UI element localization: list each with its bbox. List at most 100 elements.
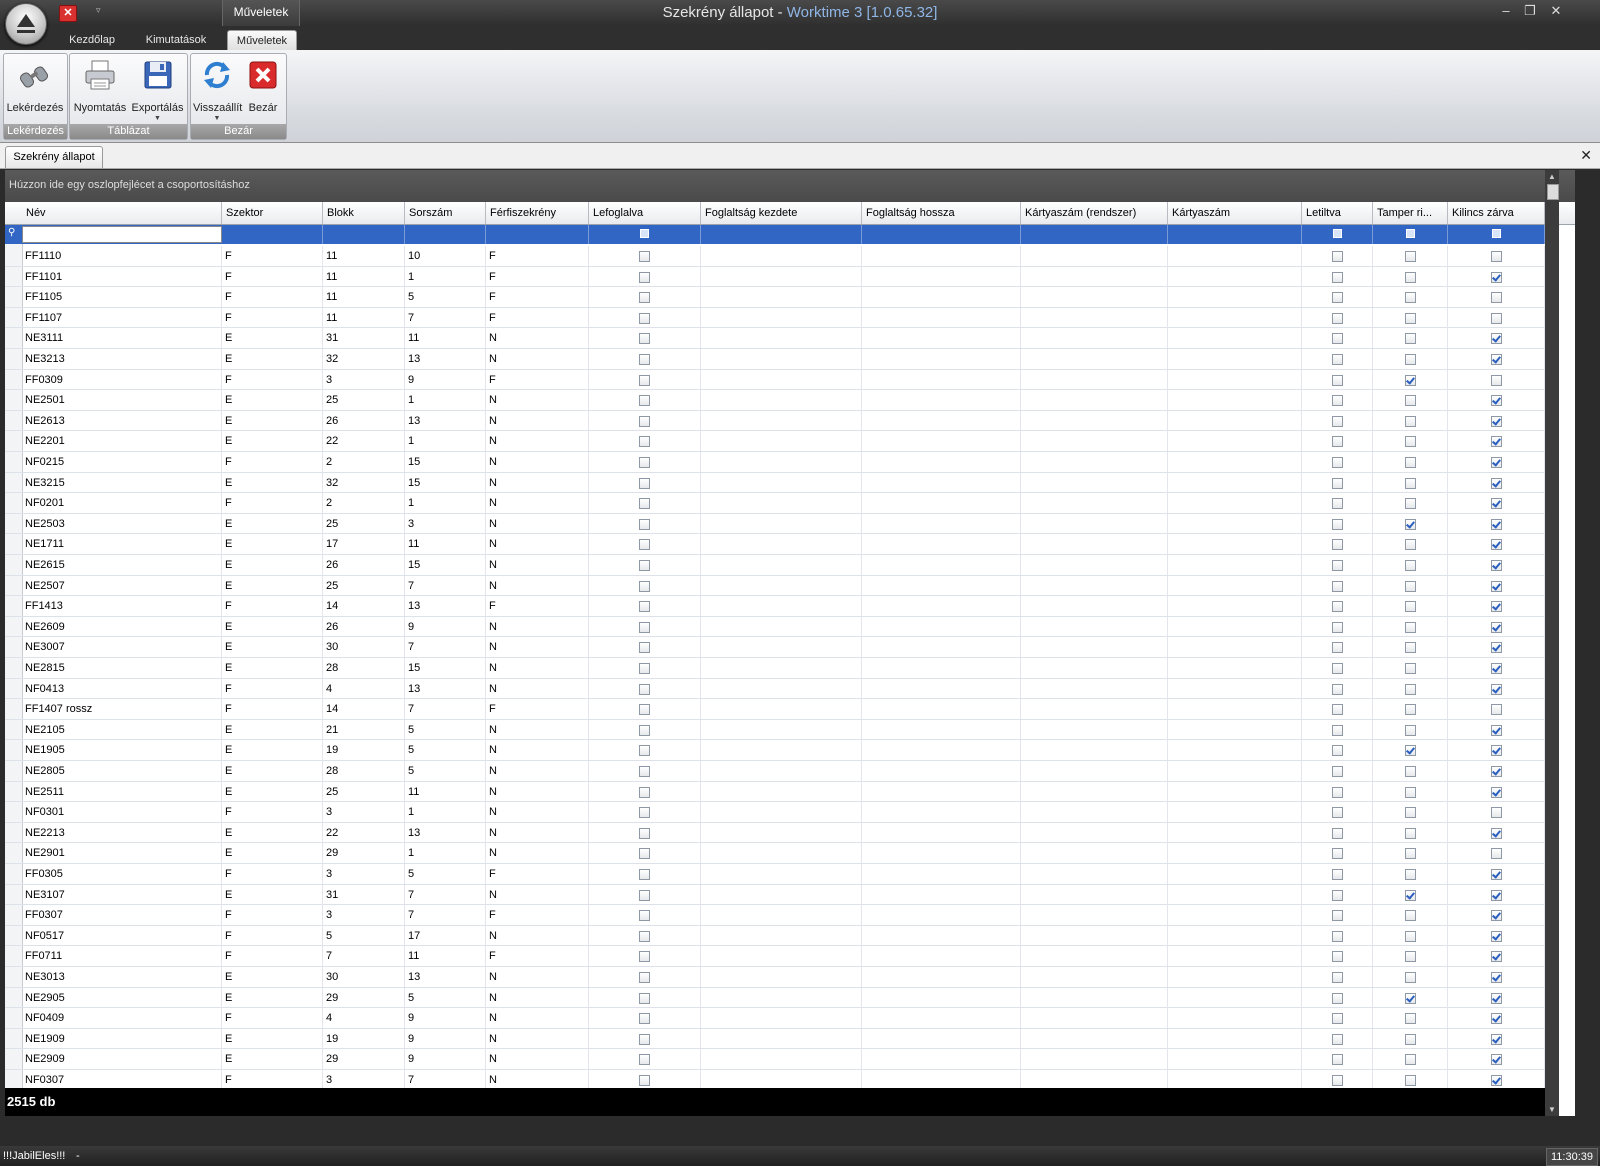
cell-tamper[interactable] — [1373, 410, 1448, 431]
cell-szektor[interactable]: E — [222, 616, 323, 637]
cell-letiltva[interactable] — [1302, 987, 1373, 1008]
checkbox-kilincs-zarva[interactable] — [1490, 580, 1502, 592]
cell-blokk[interactable]: 25 — [323, 390, 405, 411]
cell-kilincs-zarva[interactable] — [1448, 884, 1545, 905]
cell-foglaltsag-hossza[interactable] — [862, 905, 1021, 926]
checkbox-lefoglalva[interactable] — [639, 724, 650, 736]
cell-letiltva[interactable] — [1302, 328, 1373, 349]
cell-kilincs-zarva[interactable] — [1448, 843, 1545, 864]
column-header-blokk[interactable]: Blokk — [323, 202, 405, 224]
cell-tamper[interactable] — [1373, 616, 1448, 637]
checkbox-lefoglalva[interactable] — [639, 271, 650, 283]
cell-letiltva[interactable] — [1302, 761, 1373, 781]
table-row[interactable]: NF0517 F 5 17 N — [5, 925, 1545, 947]
cell-blokk[interactable]: 3 — [323, 1070, 405, 1088]
cell-lefoglalva[interactable] — [589, 596, 701, 617]
table-row[interactable]: NE2501 E 25 1 N — [5, 390, 1545, 411]
filter-checkbox-kilincs-zarva[interactable] — [1491, 229, 1501, 238]
cell-foglaltsag-hossza[interactable] — [862, 369, 1021, 390]
cell-foglaltsag-kezdete[interactable] — [701, 452, 862, 472]
table-row[interactable]: NE2805 E 28 5 N — [5, 761, 1545, 782]
cell-letiltva[interactable] — [1302, 678, 1373, 699]
checkbox-lefoglalva[interactable] — [639, 930, 650, 942]
cell-lefoglalva[interactable] — [589, 513, 701, 534]
cell-lefoglalva[interactable] — [589, 349, 701, 369]
cell-blokk[interactable]: 29 — [323, 987, 405, 1008]
cell-szektor[interactable]: F — [222, 678, 323, 699]
cell-kilincs-zarva[interactable] — [1448, 452, 1545, 472]
cell-kartyaszam[interactable] — [1168, 905, 1302, 926]
cell-szektor[interactable]: E — [222, 472, 323, 493]
table-row[interactable]: NE2909 E 29 9 N — [5, 1049, 1545, 1070]
cell-ferfiszekreny[interactable]: F — [486, 369, 589, 390]
checkbox-lefoglalva[interactable] — [639, 972, 650, 983]
table-row[interactable]: NE2105 E 21 5 N — [5, 719, 1545, 741]
checkbox-lefoglalva[interactable] — [639, 642, 650, 654]
cell-kilincs-zarva[interactable] — [1448, 596, 1545, 617]
checkbox-kilincs-zarva[interactable] — [1490, 1054, 1502, 1066]
column-header-foglaltsag-hossza[interactable]: Foglaltság hossza — [862, 202, 1021, 224]
cell-foglaltsag-kezdete[interactable] — [701, 802, 862, 823]
cell-nev[interactable]: FF0309 — [22, 369, 222, 390]
cell-kartyaszam-rendszer[interactable] — [1021, 925, 1168, 946]
cell-kilincs-zarva[interactable] — [1448, 266, 1545, 287]
cell-kartyaszam-rendszer[interactable] — [1021, 349, 1168, 369]
cell-nev[interactable]: NF0307 — [22, 1070, 222, 1088]
checkbox-lefoglalva[interactable] — [639, 889, 650, 901]
cell-blokk[interactable]: 26 — [323, 410, 405, 431]
window-close-button[interactable]: ✕ — [1546, 3, 1566, 19]
table-row[interactable]: FF0305 F 3 5 F — [5, 864, 1545, 885]
cell-letiltva[interactable] — [1302, 390, 1373, 411]
cell-szektor[interactable]: E — [222, 822, 323, 843]
cell-kartyaszam[interactable] — [1168, 307, 1302, 328]
cell-foglaltsag-kezdete[interactable] — [701, 740, 862, 761]
cell-ferfiszekreny[interactable]: N — [486, 740, 589, 761]
table-row[interactable]: NE3111 E 31 11 N — [5, 328, 1545, 349]
cell-letiltva[interactable] — [1302, 781, 1373, 802]
cell-tamper[interactable] — [1373, 266, 1448, 287]
table-row[interactable]: FF1413 F 14 13 F — [5, 596, 1545, 617]
cell-tamper[interactable] — [1373, 390, 1448, 411]
cell-foglaltsag-hossza[interactable] — [862, 616, 1021, 637]
cell-ferfiszekreny[interactable]: N — [486, 493, 589, 514]
cell-foglaltsag-kezdete[interactable] — [701, 1070, 862, 1088]
cell-sorszam[interactable]: 9 — [405, 1008, 486, 1029]
cell-foglaltsag-kezdete[interactable] — [701, 246, 862, 266]
filter-cell-letiltva[interactable] — [1302, 225, 1373, 244]
cell-letiltva[interactable] — [1302, 493, 1373, 514]
checkbox-kilincs-zarva[interactable] — [1490, 333, 1502, 345]
cell-nev[interactable]: FF0305 — [22, 864, 222, 884]
cell-sorszam[interactable]: 9 — [405, 616, 486, 637]
cell-foglaltsag-hossza[interactable] — [862, 596, 1021, 617]
cell-kilincs-zarva[interactable] — [1448, 328, 1545, 349]
cell-blokk[interactable]: 5 — [323, 925, 405, 946]
checkbox-tamper[interactable] — [1404, 518, 1416, 530]
cell-szektor[interactable]: F — [222, 246, 323, 266]
checkbox-letiltva[interactable] — [1331, 457, 1343, 468]
checkbox-kilincs-zarva[interactable] — [1490, 910, 1502, 922]
checkbox-tamper[interactable] — [1404, 374, 1416, 386]
cell-tamper[interactable] — [1373, 946, 1448, 967]
filter-cell-ferfiszekreny[interactable] — [486, 225, 589, 244]
cell-lefoglalva[interactable] — [589, 678, 701, 699]
cell-foglaltsag-hossza[interactable] — [862, 678, 1021, 699]
checkbox-tamper[interactable] — [1404, 663, 1416, 674]
cell-ferfiszekreny[interactable]: N — [486, 616, 589, 637]
cell-foglaltsag-kezdete[interactable] — [701, 534, 862, 555]
cell-nev[interactable]: FF1105 — [22, 287, 222, 308]
cell-kilincs-zarva[interactable] — [1448, 246, 1545, 266]
checkbox-tamper[interactable] — [1404, 683, 1416, 695]
cell-ferfiszekreny[interactable]: F — [486, 287, 589, 308]
cell-nev[interactable]: NF0301 — [22, 802, 222, 823]
cell-foglaltsag-hossza[interactable] — [862, 1028, 1021, 1049]
cell-nev[interactable]: NE1909 — [22, 1028, 222, 1049]
cell-kartyaszam[interactable] — [1168, 369, 1302, 390]
checkbox-kilincs-zarva[interactable] — [1490, 889, 1502, 901]
cell-sorszam[interactable]: 7 — [405, 575, 486, 596]
checkbox-letiltva[interactable] — [1331, 807, 1343, 819]
cell-sorszam[interactable]: 15 — [405, 452, 486, 472]
table-row[interactable]: NE3007 E 30 7 N — [5, 637, 1545, 658]
cell-nev[interactable]: FF1101 — [22, 266, 222, 287]
cell-kilincs-zarva[interactable] — [1448, 431, 1545, 452]
cell-szektor[interactable]: E — [222, 555, 323, 575]
